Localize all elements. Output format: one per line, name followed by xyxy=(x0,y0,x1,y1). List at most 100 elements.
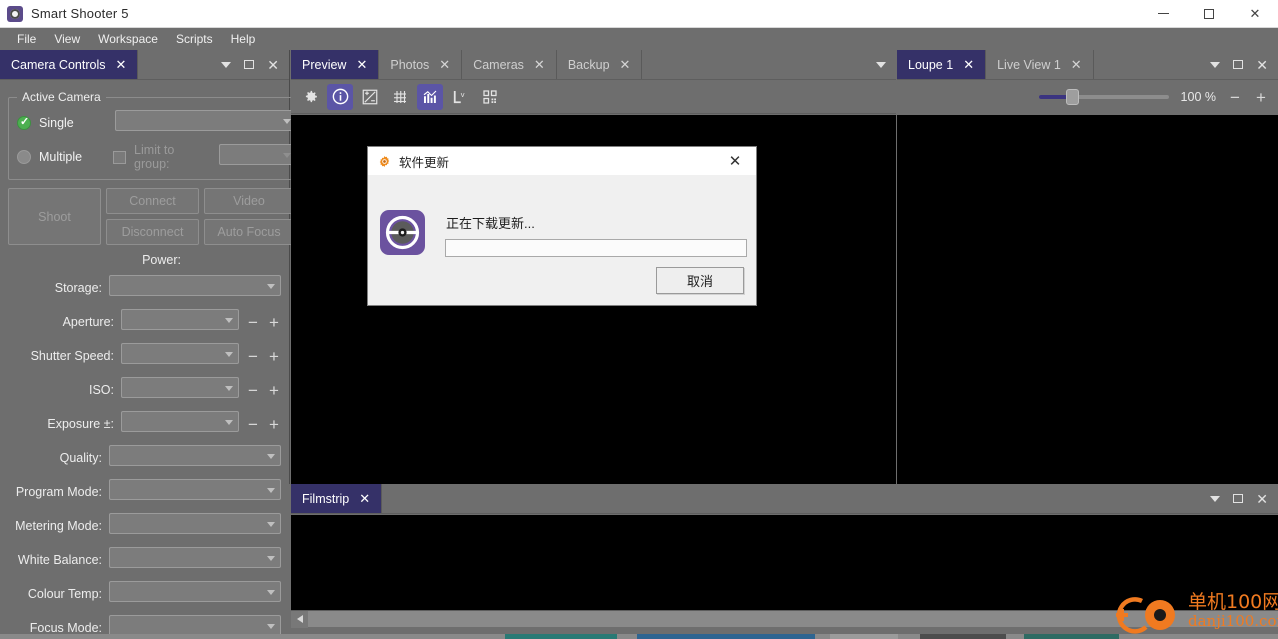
metering-mode-select[interactable] xyxy=(109,513,281,534)
taskbar-item-1[interactable] xyxy=(505,634,617,639)
taskbar-item-3[interactable] xyxy=(830,634,898,639)
exposure-select[interactable] xyxy=(121,411,239,432)
shutter-speed-select[interactable] xyxy=(121,343,239,364)
preview-panel-header: Preview ✕ Photos ✕ Cameras ✕ Backup ✕ xyxy=(291,50,896,80)
panel-close-icon[interactable]: ✕ xyxy=(267,58,279,72)
filmstrip-scrollbar[interactable] xyxy=(291,610,1278,628)
iso-increment-button[interactable]: + xyxy=(267,382,281,399)
storage-label: Storage: xyxy=(54,281,102,295)
window-title: Smart Shooter 5 xyxy=(31,6,129,21)
tab-cameras[interactable]: Cameras ✕ xyxy=(462,50,557,79)
info-icon-button[interactable] xyxy=(327,83,353,110)
exposure-decrement-button[interactable]: − xyxy=(246,416,260,433)
maximize-button[interactable] xyxy=(1186,0,1232,28)
taskbar-item-2[interactable] xyxy=(637,634,815,639)
tab-preview[interactable]: Preview ✕ xyxy=(291,50,380,79)
chevron-down-icon[interactable] xyxy=(221,61,232,68)
tab-live-view-1[interactable]: Live View 1 ✕ xyxy=(986,50,1094,79)
field-row-colour-temp: Colour Temp: xyxy=(8,581,281,607)
live-view-icon: v xyxy=(453,90,465,103)
filmstrip-panel: Filmstrip ✕ ✕ xyxy=(291,484,1278,639)
live-view-icon-button[interactable]: v xyxy=(447,84,473,110)
filmstrip-canvas[interactable] xyxy=(291,515,1278,610)
connect-button[interactable]: Connect xyxy=(106,188,199,214)
close-button[interactable]: ✕ xyxy=(1232,0,1278,28)
exposure-icon-button[interactable] xyxy=(357,84,383,110)
restore-icon[interactable] xyxy=(1233,60,1244,69)
histogram-icon-button[interactable] xyxy=(417,83,443,110)
disconnect-button[interactable]: Disconnect xyxy=(106,219,199,245)
restore-icon[interactable] xyxy=(244,60,255,69)
colour-temp-select[interactable] xyxy=(109,581,281,602)
tab-camera-controls-close-icon[interactable]: ✕ xyxy=(115,58,126,71)
zoom-slider[interactable] xyxy=(1038,89,1169,105)
limit-to-group-select-wrap xyxy=(219,144,297,170)
tab-filmstrip[interactable]: Filmstrip ✕ xyxy=(291,484,383,513)
tab-live-view-1-close-icon[interactable]: ✕ xyxy=(1071,58,1082,71)
menu-item-file[interactable]: File xyxy=(8,30,45,48)
storage-select[interactable] xyxy=(109,275,281,296)
active-camera-group: Active Camera Single Multiple Limit to g… xyxy=(8,90,306,180)
zoom-slider-handle[interactable] xyxy=(1065,89,1079,105)
exposure-icon xyxy=(362,89,378,104)
tab-loupe-1[interactable]: Loupe 1 ✕ xyxy=(897,50,987,79)
single-radio[interactable] xyxy=(17,115,31,130)
filmstrip-scroll-left-button[interactable] xyxy=(291,610,308,628)
tab-camera-controls[interactable]: Camera Controls ✕ xyxy=(0,50,139,79)
grid-icon-button[interactable] xyxy=(387,84,413,110)
cancel-button[interactable]: 取消 xyxy=(656,267,744,294)
taskbar-item-4[interactable] xyxy=(920,634,1006,639)
shutter-speed-decrement-button[interactable]: − xyxy=(246,348,260,365)
limit-to-group-checkbox[interactable] xyxy=(113,150,127,164)
zoom-out-button[interactable]: − xyxy=(1228,89,1242,106)
loupe-header-buttons: ✕ xyxy=(1200,50,1278,79)
aperture-select[interactable] xyxy=(121,309,239,330)
tab-filmstrip-close-icon[interactable]: ✕ xyxy=(359,492,370,505)
white-balance-select[interactable] xyxy=(109,547,281,568)
focus-mode-select[interactable] xyxy=(109,615,281,636)
tab-backup-close-icon[interactable]: ✕ xyxy=(620,58,631,71)
taskbar xyxy=(0,634,1278,639)
panel-close-icon[interactable]: ✕ xyxy=(1256,492,1268,506)
limit-to-group-select[interactable] xyxy=(219,144,297,165)
tab-photos-close-icon[interactable]: ✕ xyxy=(439,58,450,71)
tab-overflow-chevron-down-icon[interactable] xyxy=(876,61,886,68)
settings-icon-button[interactable] xyxy=(297,84,323,110)
menu-item-workspace[interactable]: Workspace xyxy=(89,30,167,48)
exposure-increment-button[interactable]: + xyxy=(267,416,281,433)
iso-decrement-button[interactable]: − xyxy=(246,382,260,399)
shoot-button[interactable]: Shoot xyxy=(8,188,101,245)
auto-focus-button[interactable]: Auto Focus xyxy=(204,219,294,245)
qr-code-icon-button[interactable] xyxy=(477,84,503,110)
menu-item-view[interactable]: View xyxy=(45,30,89,48)
tab-loupe-1-label: Loupe 1 xyxy=(908,57,954,72)
tab-preview-close-icon[interactable]: ✕ xyxy=(356,58,367,71)
menu-item-help[interactable]: Help xyxy=(222,30,265,48)
exposure-label: Exposure ±: xyxy=(47,417,114,431)
tab-photos[interactable]: Photos ✕ xyxy=(379,50,463,79)
chevron-down-icon[interactable] xyxy=(1210,61,1221,68)
tab-cameras-close-icon[interactable]: ✕ xyxy=(534,58,545,71)
panel-close-icon[interactable]: ✕ xyxy=(1256,58,1268,72)
loupe-canvas[interactable] xyxy=(897,115,1278,530)
field-row-iso: ISO: − + xyxy=(8,377,281,403)
panel-splitter-vertical[interactable] xyxy=(284,484,291,639)
minimize-button[interactable] xyxy=(1140,0,1186,28)
tab-loupe-1-close-icon[interactable]: ✕ xyxy=(963,58,974,71)
aperture-decrement-button[interactable]: − xyxy=(246,314,260,331)
shutter-speed-increment-button[interactable]: + xyxy=(267,348,281,365)
single-camera-select[interactable] xyxy=(115,110,297,131)
tab-backup[interactable]: Backup ✕ xyxy=(556,50,643,79)
iso-select[interactable] xyxy=(121,377,239,398)
taskbar-item-5[interactable] xyxy=(1024,634,1119,639)
aperture-increment-button[interactable]: + xyxy=(267,314,281,331)
chevron-down-icon[interactable] xyxy=(1210,495,1221,502)
multiple-radio[interactable] xyxy=(17,150,31,164)
restore-icon[interactable] xyxy=(1233,494,1244,503)
video-button[interactable]: Video xyxy=(204,188,294,214)
dialog-close-button[interactable]: ✕ xyxy=(714,147,756,175)
zoom-in-button[interactable]: + xyxy=(1254,89,1268,106)
quality-select[interactable] xyxy=(109,445,281,466)
menu-item-scripts[interactable]: Scripts xyxy=(167,30,222,48)
program-mode-select[interactable] xyxy=(109,479,281,500)
